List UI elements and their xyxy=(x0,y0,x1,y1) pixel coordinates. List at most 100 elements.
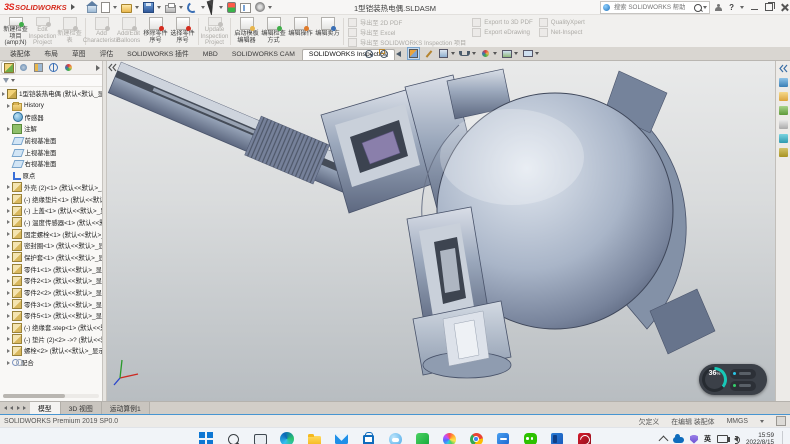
qualityxpert-button[interactable]: QualityXpert xyxy=(539,18,585,26)
tray-expand-icon[interactable] xyxy=(659,435,669,444)
rebuild-icon[interactable] xyxy=(227,2,236,13)
widget-button-top[interactable] xyxy=(730,369,756,379)
battery-overlay-widget[interactable]: 36% xyxy=(699,364,767,395)
widget-button-bottom[interactable] xyxy=(730,381,756,391)
expand-arrow-icon[interactable] xyxy=(7,267,10,271)
net-inspect-button[interactable]: Net-Inspect xyxy=(539,28,585,36)
tree-filter[interactable] xyxy=(0,75,102,87)
display-style-caret-icon[interactable] xyxy=(451,52,455,55)
expand-arrow-icon[interactable] xyxy=(7,197,10,201)
new-document-icon[interactable] xyxy=(101,2,110,13)
section-view-icon[interactable] xyxy=(408,48,419,59)
chrome-browser-icon[interactable] xyxy=(468,431,484,444)
tree-item-component[interactable]: (-) 绝缘垫片<1> (默认<<默认>_显示 xyxy=(0,193,102,205)
print-caret-icon[interactable] xyxy=(179,6,183,9)
zoom-area-icon[interactable] xyxy=(378,48,389,59)
configuration-manager-tab[interactable] xyxy=(32,62,45,73)
select-caret-icon[interactable] xyxy=(219,6,223,9)
edit-inspection-project-button[interactable]: Edit Inspection Project xyxy=(29,16,56,47)
onedrive-icon[interactable] xyxy=(673,437,684,443)
zoom-fit-icon[interactable] xyxy=(363,48,374,59)
edit-operations-button[interactable]: 编辑操作 xyxy=(287,16,314,47)
restore-button[interactable] xyxy=(765,3,773,11)
expand-arrow-icon[interactable] xyxy=(7,127,10,131)
tree-item-component[interactable]: 螺栓<2> (默认<<默认>_显示状态 xyxy=(0,345,102,357)
expand-arrow-icon[interactable] xyxy=(7,220,10,224)
tree-item-component[interactable]: 零件2<2> (默认<<默认>_显示状态 xyxy=(0,287,102,299)
panel-flyout-icon[interactable] xyxy=(96,65,100,71)
save-caret-icon[interactable] xyxy=(157,6,161,9)
tree-item-component[interactable]: 固定螺栓<1> (默认<<默认>_显示状态 xyxy=(0,228,102,240)
new-inspection-project-button[interactable]: 新建检查项目 (amp;N) xyxy=(2,16,29,47)
tab-motion-study[interactable]: 运动算例1 xyxy=(102,402,150,414)
display-settings-icon[interactable] xyxy=(240,3,251,13)
pick-balloons-button[interactable]: 选择零件序号 xyxy=(169,16,196,47)
security-shield-icon[interactable] xyxy=(690,435,698,444)
solidworks-taskbar-icon[interactable] xyxy=(576,431,592,444)
tree-item-sensors[interactable]: 传感器 xyxy=(0,111,102,123)
green-app-icon[interactable] xyxy=(414,431,430,444)
tree-item-component[interactable]: 零件3<1> (默认<<默认>_显示状态 xyxy=(0,298,102,310)
export-2d-pdf-button[interactable]: 导出至 2D PDF xyxy=(348,18,466,26)
scroll-right-icon[interactable] xyxy=(17,406,20,410)
tab-mbd[interactable]: MBD xyxy=(196,49,225,61)
ime-indicator[interactable]: 英 xyxy=(704,434,711,444)
edge-browser-icon[interactable] xyxy=(279,431,295,444)
remove-balloons-button[interactable]: 移除零件序号 xyxy=(142,16,169,47)
graphics-area[interactable]: 36% xyxy=(107,61,775,401)
tree-item-component[interactable]: (-) 垫片 (2)<2> ->? (默认<<默认 xyxy=(0,333,102,345)
dictionary-app-icon[interactable] xyxy=(495,431,511,444)
logo-flyout-icon[interactable] xyxy=(71,4,75,10)
tree-item-component[interactable]: 零件2<1> (默认<<默认>_显示状态 xyxy=(0,275,102,287)
search-caret-icon[interactable] xyxy=(703,6,707,9)
show-desktop-button[interactable] xyxy=(782,431,786,444)
print-icon[interactable] xyxy=(165,5,176,13)
mail-icon[interactable] xyxy=(333,431,349,444)
resources-tab-icon[interactable] xyxy=(779,78,788,87)
tab-3d-views[interactable]: 3D 视图 xyxy=(61,402,102,414)
tree-item-mates[interactable]: 配合 xyxy=(0,357,102,369)
hide-show-caret-icon[interactable] xyxy=(472,52,476,55)
expand-arrow-icon[interactable] xyxy=(7,326,10,330)
expand-arrow-icon[interactable] xyxy=(7,244,10,248)
help-search-box[interactable] xyxy=(600,1,710,14)
undo-caret-icon[interactable] xyxy=(201,6,205,9)
magnified-selection-icon[interactable] xyxy=(423,48,434,59)
expand-arrow-icon[interactable] xyxy=(7,314,10,318)
tab-scroll-buttons[interactable] xyxy=(0,402,30,414)
appearances-tab-icon[interactable] xyxy=(779,134,788,143)
search-icon[interactable] xyxy=(225,431,241,444)
expand-arrow-icon[interactable] xyxy=(7,291,10,295)
filter-caret-icon[interactable] xyxy=(11,79,15,82)
tree-item-annotations[interactable]: 注解 xyxy=(0,123,102,135)
tree-root[interactable]: 1型铠装热电偶 (默认<默认_显示状态-1 xyxy=(0,88,102,100)
expand-arrow-icon[interactable] xyxy=(2,92,5,96)
export-3d-pdf-button[interactable]: Export to 3D PDF xyxy=(472,18,533,26)
tab-solidworks-cam[interactable]: SOLIDWORKS CAM xyxy=(225,49,302,61)
launch-template-editor-button[interactable]: 启动模板编辑器 xyxy=(233,16,260,47)
property-manager-tab[interactable] xyxy=(17,62,30,73)
custom-properties-tab-icon[interactable] xyxy=(779,148,788,157)
tree-item-history[interactable]: History xyxy=(0,100,102,112)
save-icon[interactable] xyxy=(143,2,154,13)
edit-inspection-methods-button[interactable]: 编辑检查方式 xyxy=(260,16,287,47)
tab-layout[interactable]: 布局 xyxy=(37,46,65,61)
word-icon[interactable] xyxy=(549,431,565,444)
options-caret-icon[interactable] xyxy=(268,6,272,9)
units-selector[interactable]: MMGS xyxy=(727,418,748,425)
display-style-icon[interactable] xyxy=(438,48,449,59)
units-caret-icon[interactable] xyxy=(760,420,764,423)
edit-vendors-button[interactable]: 编辑卖方 xyxy=(314,16,341,47)
tree-item-right-plane[interactable]: 右视基准面 xyxy=(0,158,102,170)
clock[interactable]: 15:59 2022/8/15 xyxy=(746,432,774,444)
microsoft-store-icon[interactable] xyxy=(360,431,376,444)
expand-arrow-icon[interactable] xyxy=(7,302,10,306)
view-settings-caret-icon[interactable] xyxy=(535,52,539,55)
tree-item-component[interactable]: 外壳 (2)<1> (默认<<默认>_显示状态 xyxy=(0,182,102,194)
tree-item-component[interactable]: (-) 绝缘套.step<1> (默认<<默认> xyxy=(0,322,102,334)
expand-arrow-icon[interactable] xyxy=(7,279,10,283)
tab-model[interactable]: 模型 xyxy=(30,402,61,414)
login-icon[interactable] xyxy=(715,4,722,11)
scene-icon[interactable] xyxy=(501,48,512,59)
options-icon[interactable] xyxy=(255,2,265,12)
